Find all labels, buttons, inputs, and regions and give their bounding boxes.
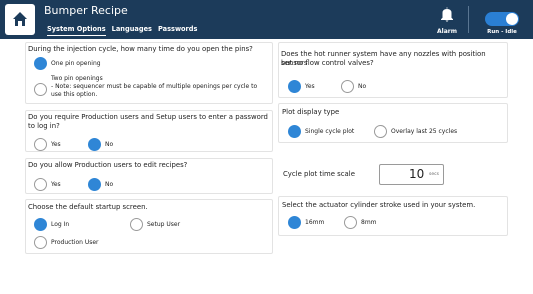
option-label: Production User bbox=[51, 238, 99, 246]
question-label: Select the actuator cylinder stroke used… bbox=[282, 201, 476, 209]
question-label-line1: Do you require Production users and Setu… bbox=[28, 113, 268, 121]
question-label-line2: but no flow control valves? bbox=[281, 59, 374, 67]
option-note-line1: - Note: sequencer must be capable of mul… bbox=[51, 83, 258, 90]
option-label: Single cycle plot bbox=[305, 127, 355, 135]
plot-display-panel: Plot display type Single cycle plot Over… bbox=[278, 103, 508, 143]
option-8mm[interactable]: 8mm bbox=[344, 216, 377, 229]
app-header: Bumper Recipe System Options Languages P… bbox=[0, 0, 533, 39]
radio-button[interactable] bbox=[34, 178, 47, 191]
question-label: Plot display type bbox=[282, 108, 340, 116]
option-yes[interactable]: Yes bbox=[34, 138, 61, 151]
radio-button[interactable] bbox=[341, 80, 354, 93]
radio-button[interactable] bbox=[88, 138, 101, 151]
option-overlay-last-25-cycles[interactable]: Overlay last 25 cycles bbox=[374, 125, 457, 138]
option-log-in[interactable]: Log In bbox=[34, 218, 69, 231]
run-status-label: Run - Idle bbox=[487, 29, 517, 35]
alarm-label: Alarm bbox=[437, 28, 457, 35]
tab-languages[interactable]: Languages bbox=[112, 24, 152, 36]
radio-button[interactable] bbox=[34, 236, 47, 249]
option-one-pin-opening[interactable]: One pin opening bbox=[34, 57, 101, 70]
run-toggle[interactable] bbox=[485, 12, 519, 26]
question-label-line2: to log in? bbox=[28, 122, 60, 130]
toggle-knob bbox=[506, 13, 518, 25]
option-production-user[interactable]: Production User bbox=[34, 236, 99, 249]
edit-recipes-panel: Do you allow Production users to edit re… bbox=[25, 158, 273, 194]
header-divider bbox=[468, 6, 469, 33]
option-single-cycle-plot[interactable]: Single cycle plot bbox=[288, 125, 354, 138]
radio-button[interactable] bbox=[34, 138, 47, 151]
option-label: No bbox=[105, 140, 114, 148]
home-icon bbox=[13, 12, 27, 26]
injection-pin-panel: During the injection cycle, how many tim… bbox=[25, 42, 273, 104]
actuator-stroke-panel: Select the actuator cylinder stroke used… bbox=[278, 196, 508, 236]
option-16mm[interactable]: 16mm bbox=[288, 216, 324, 229]
tab-system-options[interactable]: System Options bbox=[47, 24, 106, 36]
option-label: Yes bbox=[51, 180, 61, 188]
login-password-panel: Do you require Production users and Setu… bbox=[25, 110, 273, 152]
radio-button[interactable] bbox=[130, 218, 143, 231]
option-label: One pin opening bbox=[51, 59, 101, 67]
radio-button[interactable] bbox=[88, 178, 101, 191]
radio-button[interactable] bbox=[374, 125, 387, 138]
option-yes[interactable]: Yes bbox=[34, 178, 61, 191]
option-no[interactable]: No bbox=[88, 178, 113, 191]
alarm-button[interactable]: Alarm bbox=[432, 5, 462, 35]
time-scale-unit: secs bbox=[429, 172, 439, 177]
bell-icon bbox=[441, 7, 453, 22]
startup-screen-panel: Choose the default startup screen. Log I… bbox=[25, 199, 273, 254]
option-label: No bbox=[358, 82, 367, 90]
option-setup-user[interactable]: Setup User bbox=[130, 218, 180, 231]
radio-button[interactable] bbox=[288, 216, 301, 229]
option-label: Overlay last 25 cycles bbox=[391, 127, 458, 135]
radio-button[interactable] bbox=[34, 218, 47, 231]
option-no[interactable]: No bbox=[88, 138, 113, 151]
radio-button[interactable] bbox=[34, 57, 47, 70]
option-no[interactable]: No bbox=[341, 80, 366, 93]
hot-runner-panel: Does the hot runner system have any nozz… bbox=[278, 42, 508, 98]
radio-button[interactable] bbox=[288, 125, 301, 138]
radio-button[interactable] bbox=[344, 216, 357, 229]
time-scale-input[interactable]: 10 secs bbox=[379, 164, 444, 185]
question-label: Do you allow Production users to edit re… bbox=[28, 161, 188, 169]
radio-button[interactable] bbox=[34, 83, 47, 96]
time-scale-value: 10 bbox=[409, 167, 425, 181]
radio-button[interactable] bbox=[288, 80, 301, 93]
home-button[interactable] bbox=[5, 4, 35, 35]
option-label: Log In bbox=[51, 220, 70, 228]
option-label: No bbox=[105, 180, 114, 188]
option-note-line2: use this option. bbox=[51, 91, 98, 98]
page-title: Bumper Recipe bbox=[44, 4, 128, 17]
option-label: Yes bbox=[305, 82, 315, 90]
question-label: During the injection cycle, how many tim… bbox=[28, 45, 253, 53]
option-label: 8mm bbox=[361, 218, 377, 226]
option-label: Setup User bbox=[147, 220, 181, 228]
cycle-plot-time-scale-label: Cycle plot time scale bbox=[283, 170, 355, 178]
tab-bar: System Options Languages Passwords bbox=[47, 24, 197, 36]
option-label: 16mm bbox=[305, 218, 325, 226]
option-two-pin-openings[interactable]: Two pin openings - Note: sequencer must … bbox=[34, 75, 257, 99]
option-label: Yes bbox=[51, 140, 61, 148]
option-label: Two pin openings bbox=[51, 75, 103, 82]
question-label: Choose the default startup screen. bbox=[28, 203, 148, 211]
option-yes[interactable]: Yes bbox=[288, 80, 315, 93]
tab-passwords[interactable]: Passwords bbox=[158, 24, 197, 36]
